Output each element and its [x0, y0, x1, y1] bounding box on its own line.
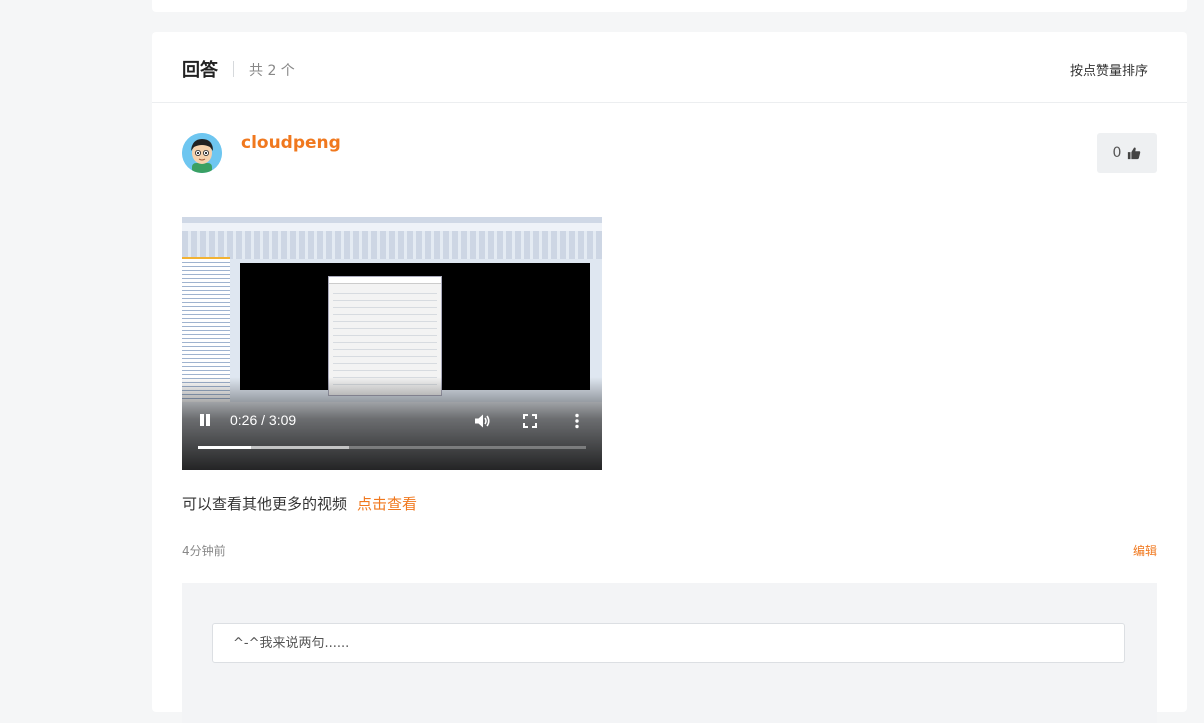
thumbs-up-icon [1128, 147, 1141, 160]
pause-icon[interactable] [198, 413, 212, 427]
header-divider [233, 61, 234, 77]
volume-icon[interactable] [473, 412, 491, 430]
frame-toolbar [182, 231, 602, 259]
frame-dialog-title [329, 277, 441, 284]
answers-title: 回答 [182, 60, 218, 81]
like-count: 0 [1112, 145, 1122, 161]
answers-header: 回答 共 2 个 按点赞量排序 [152, 32, 1187, 103]
video-player[interactable]: 0:26 / 3:09 [182, 217, 602, 470]
avatar-image [182, 133, 222, 173]
answer-timestamp: 4分钟前 [182, 544, 226, 558]
fullscreen-icon[interactable] [521, 412, 539, 430]
sort-by-likes-link[interactable]: 按点赞量排序 [1070, 60, 1148, 79]
previous-card [152, 0, 1187, 12]
answers-count: 共 2 个 [249, 63, 295, 79]
video-played [198, 446, 252, 449]
avatar[interactable] [182, 133, 222, 173]
answer-content: 可以查看其他更多的视频 点击查看 [182, 493, 417, 514]
username-link[interactable]: cloudpeng [241, 133, 341, 153]
answers-card: 回答 共 2 个 按点赞量排序 cloudpeng 0 0:26 / 3:09 … [152, 32, 1187, 723]
frame-menubar [182, 223, 602, 231]
frame-dialog-body [333, 287, 437, 389]
like-button[interactable]: 0 [1097, 133, 1157, 173]
edit-link[interactable]: 编辑 [1133, 542, 1157, 559]
answer-text: 可以查看其他更多的视频 [182, 495, 348, 513]
video-progress-bar[interactable] [198, 446, 586, 449]
view-more-link[interactable]: 点击查看 [357, 495, 417, 513]
video-time: 0:26 / 3:09 [230, 412, 297, 428]
comment-box [182, 583, 1157, 723]
comment-input[interactable] [212, 623, 1125, 663]
more-options-icon[interactable] [568, 412, 586, 430]
